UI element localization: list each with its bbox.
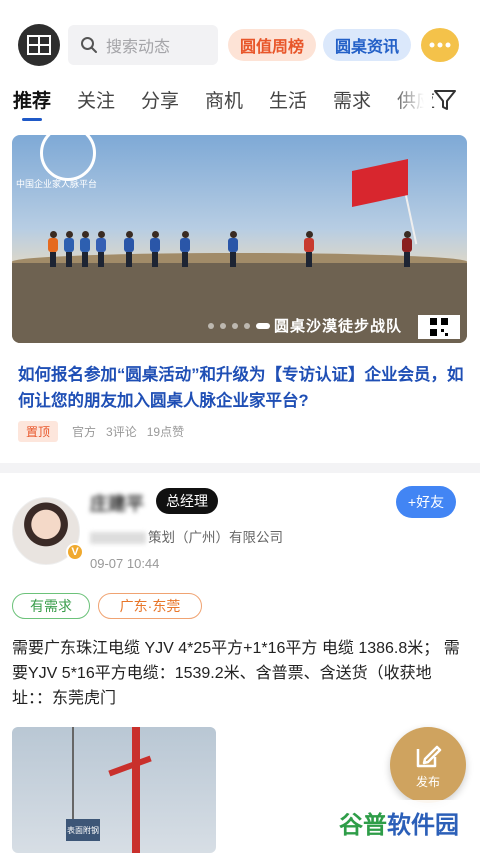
search-icon: [81, 37, 97, 53]
hiker-figure: [304, 231, 314, 267]
blurred-text: [90, 532, 146, 545]
top-bar: 搜索动态 圆值周榜 圆桌资讯: [0, 0, 480, 78]
search-input[interactable]: 搜索动态: [68, 25, 218, 65]
ranking-button[interactable]: 圆值周榜: [228, 29, 316, 61]
banner-logo-text: 中国企业家人脉平台: [16, 179, 98, 189]
active-tab-indicator: [22, 118, 42, 121]
carousel-dot[interactable]: [220, 323, 226, 329]
tab-follow[interactable]: 关注: [77, 86, 115, 113]
hiker-figure: [80, 231, 90, 267]
hiker-figure: [96, 231, 106, 267]
pinned-post-meta: 置顶 官方 3评论 19点赞: [18, 420, 194, 442]
carousel-dot[interactable]: [208, 323, 214, 329]
publish-button[interactable]: 发布: [390, 727, 466, 803]
crane-sign: 表面附钢: [66, 819, 100, 841]
user-name[interactable]: 庄建平: [90, 490, 144, 516]
hiker-figure: [124, 231, 134, 267]
tab-share[interactable]: 分享: [141, 86, 179, 113]
verified-badge: V: [66, 543, 84, 561]
carousel-dot[interactable]: [232, 323, 238, 329]
app-logo-avatar[interactable]: [18, 24, 60, 66]
crane-cable: [72, 727, 74, 819]
like-count[interactable]: 19点赞: [147, 423, 184, 440]
carousel-dot[interactable]: [244, 323, 250, 329]
edit-icon: [416, 745, 442, 767]
watermark-logo: 谷普 软件园: [328, 800, 470, 844]
hiker-figure: [402, 231, 412, 267]
tab-recommend[interactable]: 推荐: [13, 86, 51, 113]
hiker-figure: [228, 231, 238, 267]
chat-button[interactable]: [421, 28, 459, 62]
tab-life[interactable]: 生活: [269, 86, 307, 113]
post-timestamp: 09-07 10:44: [90, 556, 160, 571]
tabs-fade: [392, 78, 432, 122]
post-image[interactable]: 表面附钢: [12, 727, 216, 853]
comment-count[interactable]: 3评论: [106, 423, 137, 440]
publish-label: 发布: [415, 774, 440, 789]
carousel-indicator: [208, 323, 270, 329]
post-body[interactable]: 需要广东珠江电缆 YJV 4*25平方+1*16平方 电缆 1386.8米； 需…: [12, 636, 468, 711]
promo-banner[interactable]: 中国企业家人脉平台 圆桌沙漠徒步战队: [12, 135, 467, 343]
logo-icon: [27, 35, 51, 55]
carousel-dot-active[interactable]: [256, 323, 270, 329]
hiker-figure: [150, 231, 160, 267]
hiker-figure: [48, 231, 58, 267]
company-name: 策划（广州）有限公司: [90, 526, 283, 546]
company-text: 策划（广州）有限公司: [148, 530, 283, 545]
watermark-text-b: 软件园: [387, 811, 459, 839]
hiker-figure: [64, 231, 74, 267]
search-placeholder: 搜索动态: [106, 39, 171, 56]
tag-demand[interactable]: 有需求: [12, 593, 90, 619]
job-title-badge: 总经理: [156, 488, 218, 514]
tag-location[interactable]: 广东·东莞: [98, 593, 202, 619]
crane-arm: [108, 755, 152, 777]
news-button[interactable]: 圆桌资讯: [323, 29, 411, 61]
watermark-text-a: 谷普: [339, 811, 387, 839]
tab-demand[interactable]: 需求: [333, 86, 371, 113]
chat-bubble-icon: [429, 42, 451, 48]
crane-tower: [132, 727, 140, 853]
pinned-badge: 置顶: [18, 420, 59, 442]
category-tabs: 推荐 关注 分享 商机 生活 需求 供应: [0, 78, 480, 122]
section-divider: [0, 463, 480, 473]
tab-business[interactable]: 商机: [205, 86, 243, 113]
pinned-post-title[interactable]: 如何报名参加“圆桌活动”和升级为【专访认证】企业会员，如何让您的朋友加入圆桌人脉…: [18, 362, 464, 414]
add-friend-button[interactable]: +好友: [396, 486, 456, 518]
filter-icon[interactable]: [432, 88, 458, 112]
banner-caption: 圆桌沙漠徒步战队: [274, 318, 403, 335]
post-author: 官方: [72, 424, 97, 439]
qr-code-icon: [418, 315, 460, 339]
hiker-figure: [180, 231, 190, 267]
